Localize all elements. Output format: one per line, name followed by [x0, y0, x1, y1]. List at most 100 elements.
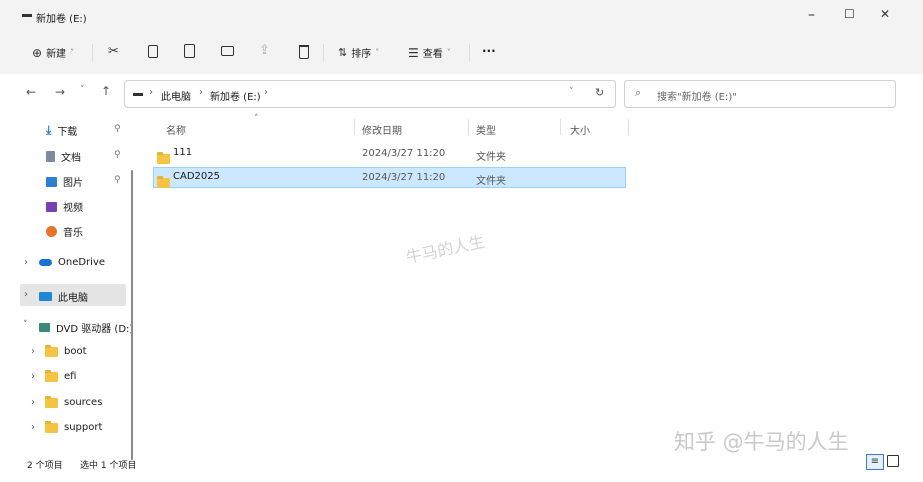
sidebar-item-label: 下载	[57, 127, 78, 138]
column-separator[interactable]	[560, 119, 561, 135]
breadcrumb-drive-e[interactable]: 新加卷 (E:)	[210, 88, 261, 103]
sidebar-item-pictures[interactable]: 图片	[46, 174, 83, 189]
sidebar-item-sources[interactable]: sources	[45, 395, 103, 408]
column-header-modified[interactable]: 修改日期	[362, 122, 402, 137]
plus-circle-icon: ⊕	[32, 45, 43, 60]
sidebar-item-label: 文档	[61, 153, 81, 164]
selected-count: 选中 1 个项目	[80, 461, 137, 471]
forward-arrow-icon[interactable]: →	[55, 86, 65, 98]
expand-chevron-icon[interactable]: ›	[31, 397, 35, 408]
table-row[interactable]: 111 2024/3/27 11:20 文件夹	[153, 143, 626, 164]
more-options-button[interactable]: ···	[482, 44, 496, 58]
cloud-icon	[39, 259, 52, 266]
column-header-size[interactable]: 大小	[570, 122, 590, 137]
address-row: ← → ˅ ↑ › 此电脑 › 新加卷 (E:) › ˅ ↻ ⌕ 搜索"新加卷 …	[0, 74, 923, 114]
folder-icon	[45, 344, 58, 357]
file-modified: 2024/3/27 11:20	[362, 148, 446, 159]
recent-locations-chevron-icon[interactable]: ˅	[80, 86, 85, 95]
sidebar-item-efi[interactable]: efi	[45, 369, 77, 382]
details-view-icon[interactable]: ≡	[866, 454, 884, 470]
paste-icon[interactable]	[184, 44, 195, 58]
breadcrumb-thispc[interactable]: 此电脑	[161, 88, 191, 103]
drive-icon	[22, 14, 32, 17]
chevron-down-icon: ˅	[375, 48, 380, 57]
file-type: 文件夹	[476, 152, 506, 163]
music-icon	[46, 226, 57, 237]
view-label: 查看	[422, 49, 443, 60]
share-icon[interactable]: ⇪	[259, 44, 270, 57]
new-label: 新建	[46, 49, 67, 60]
copy-icon[interactable]	[148, 45, 158, 58]
cut-icon[interactable]: ✂	[108, 45, 119, 58]
refresh-icon[interactable]: ↻	[595, 86, 604, 99]
folder-icon	[157, 152, 170, 164]
sidebar-item-label: 图片	[63, 178, 83, 189]
rename-icon[interactable]	[221, 46, 234, 56]
breadcrumb-separator-icon: ›	[149, 87, 153, 98]
view-button[interactable]: ☰ 查看 ˅	[408, 45, 451, 61]
status-bar: 2 个项目 选中 1 个项目 知乎 @牛马的人生 ≡	[0, 430, 923, 482]
expand-chevron-icon[interactable]: ›	[24, 289, 28, 300]
column-header-type[interactable]: 类型	[476, 122, 496, 137]
search-placeholder: 搜索"新加卷 (E:)"	[657, 92, 737, 103]
up-arrow-icon[interactable]: ↑	[101, 85, 111, 97]
collapse-chevron-icon[interactable]: ˅	[23, 320, 28, 330]
sidebar-scrollbar[interactable]	[131, 170, 133, 460]
new-button[interactable]: ⊕ 新建 ˅	[32, 45, 74, 61]
column-separator[interactable]	[354, 119, 355, 135]
address-history-chevron-icon[interactable]: ˅	[569, 87, 574, 97]
download-icon: ⤓	[46, 123, 52, 137]
expand-chevron-icon[interactable]: ›	[31, 346, 35, 357]
sidebar-item-label: efi	[64, 371, 77, 382]
column-separator[interactable]	[468, 119, 469, 135]
picture-icon	[46, 176, 57, 187]
sidebar-item-music[interactable]: 音乐	[46, 224, 83, 239]
window-title: 新加卷 (E:)	[36, 14, 87, 25]
expand-chevron-icon[interactable]: ›	[31, 422, 35, 433]
pin-icon[interactable]: ⚲	[114, 175, 121, 185]
delete-icon[interactable]	[299, 45, 309, 59]
file-type: 文件夹	[476, 176, 506, 187]
sidebar-item-dvd[interactable]: DVD 驱动器 (D:)	[39, 320, 133, 335]
tiles-view-icon[interactable]	[887, 455, 899, 467]
back-arrow-icon[interactable]: ←	[26, 86, 36, 98]
expand-chevron-icon[interactable]: ›	[31, 371, 35, 382]
column-separator[interactable]	[628, 119, 629, 135]
sort-button[interactable]: ⇅ 排序 ˅	[338, 45, 379, 60]
navigation-pane: ⤓ 下载 ⚲ 文档 ⚲ 图片 ⚲ 视频 音乐 › OneDrive › 此电脑 …	[0, 114, 135, 454]
search-box[interactable]: ⌕ 搜索"新加卷 (E:)"	[624, 80, 896, 108]
maximize-button[interactable]: ☐	[844, 8, 855, 20]
watermark-corner: 知乎 @牛马的人生	[674, 430, 849, 454]
sidebar-item-documents[interactable]: 文档	[46, 149, 81, 164]
sidebar-item-videos[interactable]: 视频	[46, 199, 83, 214]
item-count: 2 个项目	[27, 461, 63, 471]
sidebar-item-downloads[interactable]: ⤓ 下载	[46, 123, 77, 138]
pin-icon[interactable]: ⚲	[114, 150, 121, 160]
command-bar: ⊕ 新建 ˅ ✂ ⇪ ⇅ 排序 ˅ ☰ 查看 ˅ ···	[0, 32, 923, 75]
sort-label: 排序	[351, 49, 372, 60]
address-bar[interactable]: › 此电脑 › 新加卷 (E:) › ˅ ↻	[124, 80, 616, 108]
close-button[interactable]: ✕	[880, 8, 890, 20]
dvd-drive-icon	[39, 323, 50, 332]
column-header-name[interactable]: 名称	[166, 122, 186, 137]
breadcrumb-separator-icon: ›	[264, 87, 268, 98]
file-modified: 2024/3/27 11:20	[362, 172, 446, 183]
file-name: CAD2025	[173, 171, 220, 182]
toolbar-separator	[92, 44, 93, 62]
toolbar-separator	[469, 44, 470, 62]
sidebar-item-onedrive[interactable]: OneDrive	[39, 257, 105, 268]
computer-icon	[39, 292, 52, 301]
sort-ascending-icon: ˄	[254, 114, 259, 124]
expand-chevron-icon[interactable]: ›	[24, 257, 28, 268]
sidebar-item-label: sources	[64, 397, 103, 408]
sidebar-item-label: DVD 驱动器 (D:)	[56, 324, 134, 335]
pin-icon[interactable]: ⚲	[114, 124, 121, 134]
minimize-button[interactable]: –	[808, 8, 815, 22]
table-row-selected[interactable]: CAD2025 2024/3/27 11:20 文件夹	[153, 167, 626, 188]
file-name: 111	[173, 147, 193, 158]
sidebar-item-boot[interactable]: boot	[45, 344, 87, 357]
watermark-center: 牛马的人生	[404, 231, 487, 268]
sidebar-item-support[interactable]: support	[45, 420, 102, 433]
sidebar-item-thispc[interactable]: 此电脑	[39, 289, 88, 304]
sidebar-item-label: 音乐	[63, 228, 83, 239]
